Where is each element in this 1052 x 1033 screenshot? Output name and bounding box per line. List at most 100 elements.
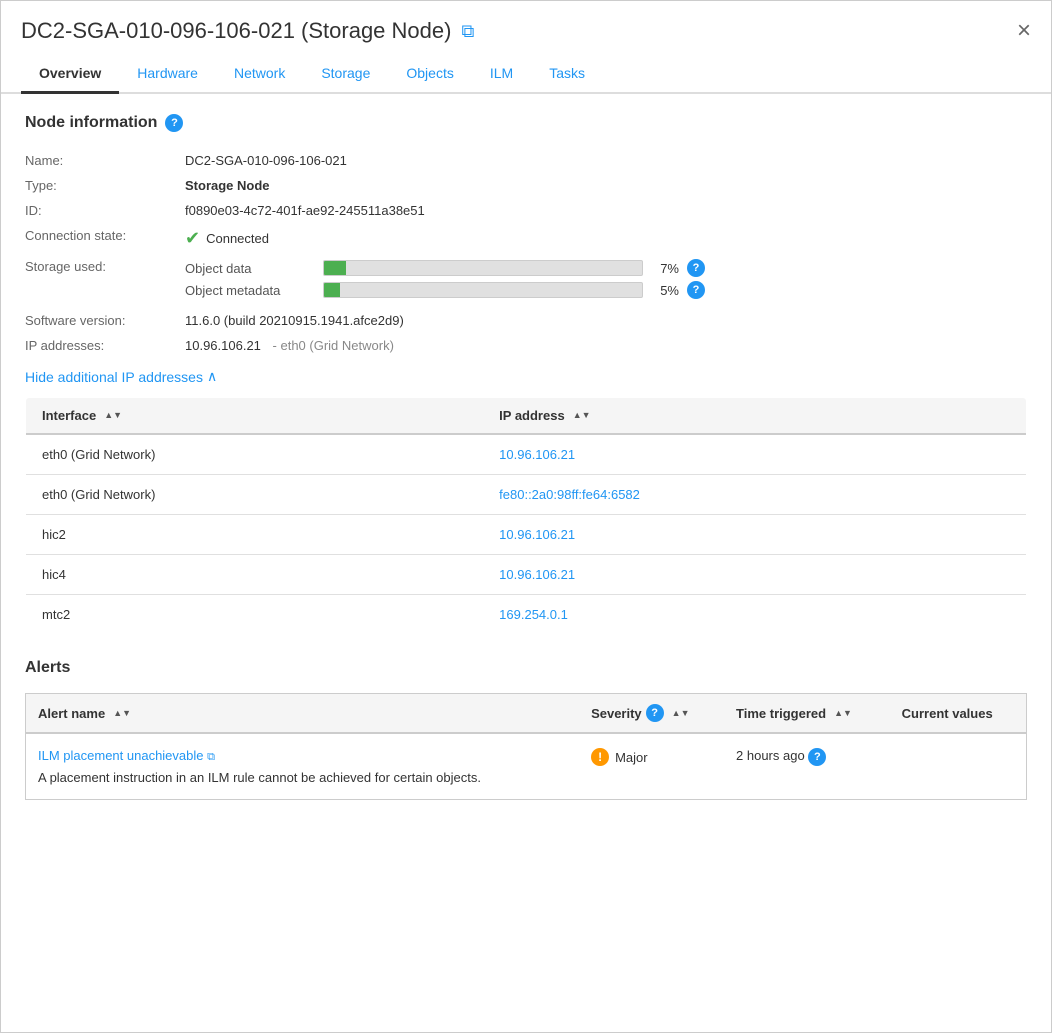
external-link-icon[interactable]: ⧉ [461, 21, 474, 42]
severity-major-icon: ! [591, 748, 609, 766]
alert-name-col-label: Alert name [38, 706, 105, 721]
ip-table-row: mtc2169.254.0.1 [26, 595, 1027, 635]
type-value-text: Storage Node [185, 178, 270, 193]
ip-table-row: hic410.96.106.21 [26, 555, 1027, 595]
ip-col-label: IP address [499, 408, 565, 423]
ip-value: 10.96.106.21 - eth0 (Grid Network) [185, 333, 1027, 358]
severity-cell: ! Major [579, 733, 724, 800]
hide-link-text: Hide additional IP addresses [25, 369, 203, 385]
hide-additional-ip-link[interactable]: Hide additional IP addresses ∧ [25, 368, 1027, 385]
interface-cell: hic4 [26, 555, 484, 595]
values-header: Current values [890, 694, 1027, 734]
ip-table-row: hic210.96.106.21 [26, 515, 1027, 555]
severity-help-icon[interactable]: ? [646, 704, 664, 722]
alerts-header-row: Alert name ▲▼ Severity ? ▲▼ [26, 694, 1027, 734]
node-info-help-icon[interactable]: ? [165, 114, 183, 132]
interface-cell: hic2 [26, 515, 484, 555]
object-metadata-bar-container [323, 282, 643, 298]
alerts-section-title: Alerts [25, 659, 1027, 677]
alert-description: A placement instruction in an ILM rule c… [38, 770, 567, 785]
alert-name-cell: ILM placement unachievable ⧉ A placement… [26, 733, 580, 800]
software-value: 11.6.0 (build 20210915.1941.afce2d9) [185, 308, 1027, 333]
interface-cell: mtc2 [26, 595, 484, 635]
ip-sort-icon[interactable]: ▲▼ [573, 411, 591, 420]
tab-objects[interactable]: Objects [388, 55, 471, 94]
storage-bars: Object data 7% ? Object metadata 5% [185, 254, 1027, 308]
current-values-cell [890, 733, 1027, 800]
alerts-section: Alerts Alert name ▲▼ Severity [25, 659, 1027, 800]
severity-badge: ! Major [591, 748, 712, 766]
id-label: ID: [25, 198, 185, 223]
title-text: DC2-SGA-010-096-106-021 (Storage Node) [21, 18, 451, 44]
ip-address-table: Interface ▲▼ IP address ▲▼ eth0 (Grid Ne… [25, 397, 1027, 635]
severity-sort-icon[interactable]: ▲▼ [672, 709, 690, 718]
object-metadata-pct: 5% [651, 283, 679, 298]
object-metadata-bar-row: Object metadata 5% ? [185, 281, 1027, 299]
connection-state-text: Connected [206, 231, 269, 246]
object-metadata-bar-fill [324, 283, 340, 297]
ip-table-ip-header: IP address ▲▼ [483, 398, 1026, 435]
tab-hardware[interactable]: Hardware [119, 55, 216, 94]
ip-cell: fe80::2a0:98ff:fe64:6582 [483, 475, 1026, 515]
ip-table-interface-header: Interface ▲▼ [26, 398, 484, 435]
object-data-label: Object data [185, 261, 315, 276]
main-content: Node information ? Name: DC2-SGA-010-096… [1, 94, 1051, 820]
interface-cell: eth0 (Grid Network) [26, 475, 484, 515]
object-data-help-icon[interactable]: ? [687, 259, 705, 277]
ip-table-header-row: Interface ▲▼ IP address ▲▼ [26, 398, 1027, 435]
alert-external-icon: ⧉ [207, 751, 215, 763]
time-text: 2 hours ago [736, 748, 805, 763]
alerts-table: Alert name ▲▼ Severity ? ▲▼ [25, 693, 1027, 800]
interface-col-label: Interface [42, 408, 96, 423]
tab-tasks[interactable]: Tasks [531, 55, 603, 94]
alerts-table-body: ILM placement unachievable ⧉ A placement… [26, 733, 1027, 800]
ip-network-label: - eth0 (Grid Network) [273, 338, 394, 353]
interface-cell: eth0 (Grid Network) [26, 434, 484, 475]
storage-label: Storage used: [25, 254, 185, 308]
ip-cell: 169.254.0.1 [483, 595, 1026, 635]
ip-table-row: eth0 (Grid Network)fe80::2a0:98ff:fe64:6… [26, 475, 1027, 515]
modal-title: DC2-SGA-010-096-106-021 (Storage Node) ⧉ [21, 18, 474, 44]
object-data-bar-row: Object data 7% ? [185, 259, 1027, 277]
tab-ilm[interactable]: ILM [472, 55, 531, 94]
ip-table-row: eth0 (Grid Network)10.96.106.21 [26, 434, 1027, 475]
connection-label: Connection state: [25, 223, 185, 254]
tab-storage[interactable]: Storage [303, 55, 388, 94]
tab-network[interactable]: Network [216, 55, 303, 94]
id-row: ID: f0890e03-4c72-401f-ae92-245511a38e51 [25, 198, 1027, 223]
time-col-label: Time triggered [736, 706, 826, 721]
chevron-up-icon: ∧ [207, 368, 217, 385]
object-data-pct: 7% [651, 261, 679, 276]
ip-cell: 10.96.106.21 [483, 515, 1026, 555]
alert-name-sort-icon[interactable]: ▲▼ [113, 709, 131, 718]
ip-cell: 10.96.106.21 [483, 555, 1026, 595]
object-metadata-help-icon[interactable]: ? [687, 281, 705, 299]
alerts-title-text: Alerts [25, 659, 70, 677]
type-value: Storage Node [185, 173, 1027, 198]
storage-row: Storage used: Object data 7% ? Object me… [25, 254, 1027, 308]
node-info-table: Name: DC2-SGA-010-096-106-021 Type: Stor… [25, 148, 1027, 358]
time-sort-icon[interactable]: ▲▼ [834, 709, 852, 718]
object-data-bar-fill [324, 261, 346, 275]
connected-check-icon: ✔ [185, 228, 200, 249]
name-label: Name: [25, 148, 185, 173]
time-header: Time triggered ▲▼ [724, 694, 890, 734]
software-label: Software version: [25, 308, 185, 333]
time-help-icon[interactable]: ? [808, 748, 826, 766]
severity-text: Major [615, 750, 648, 765]
connection-state: ✔ Connected [185, 228, 1027, 249]
name-row: Name: DC2-SGA-010-096-106-021 [25, 148, 1027, 173]
values-col-label: Current values [902, 706, 993, 721]
close-button[interactable]: × [1017, 17, 1031, 45]
connection-value: ✔ Connected [185, 223, 1027, 254]
modal-container: DC2-SGA-010-096-106-021 (Storage Node) ⧉… [0, 0, 1052, 1033]
tab-overview[interactable]: Overview [21, 55, 119, 94]
type-label: Type: [25, 173, 185, 198]
connection-row: Connection state: ✔ Connected [25, 223, 1027, 254]
time-cell: 2 hours ago ? [724, 733, 890, 800]
interface-sort-icon[interactable]: ▲▼ [104, 411, 122, 420]
software-row: Software version: 11.6.0 (build 20210915… [25, 308, 1027, 333]
object-data-bar-container [323, 260, 643, 276]
alert-name-link[interactable]: ILM placement unachievable ⧉ [38, 748, 215, 763]
severity-col-label: Severity [591, 706, 642, 721]
